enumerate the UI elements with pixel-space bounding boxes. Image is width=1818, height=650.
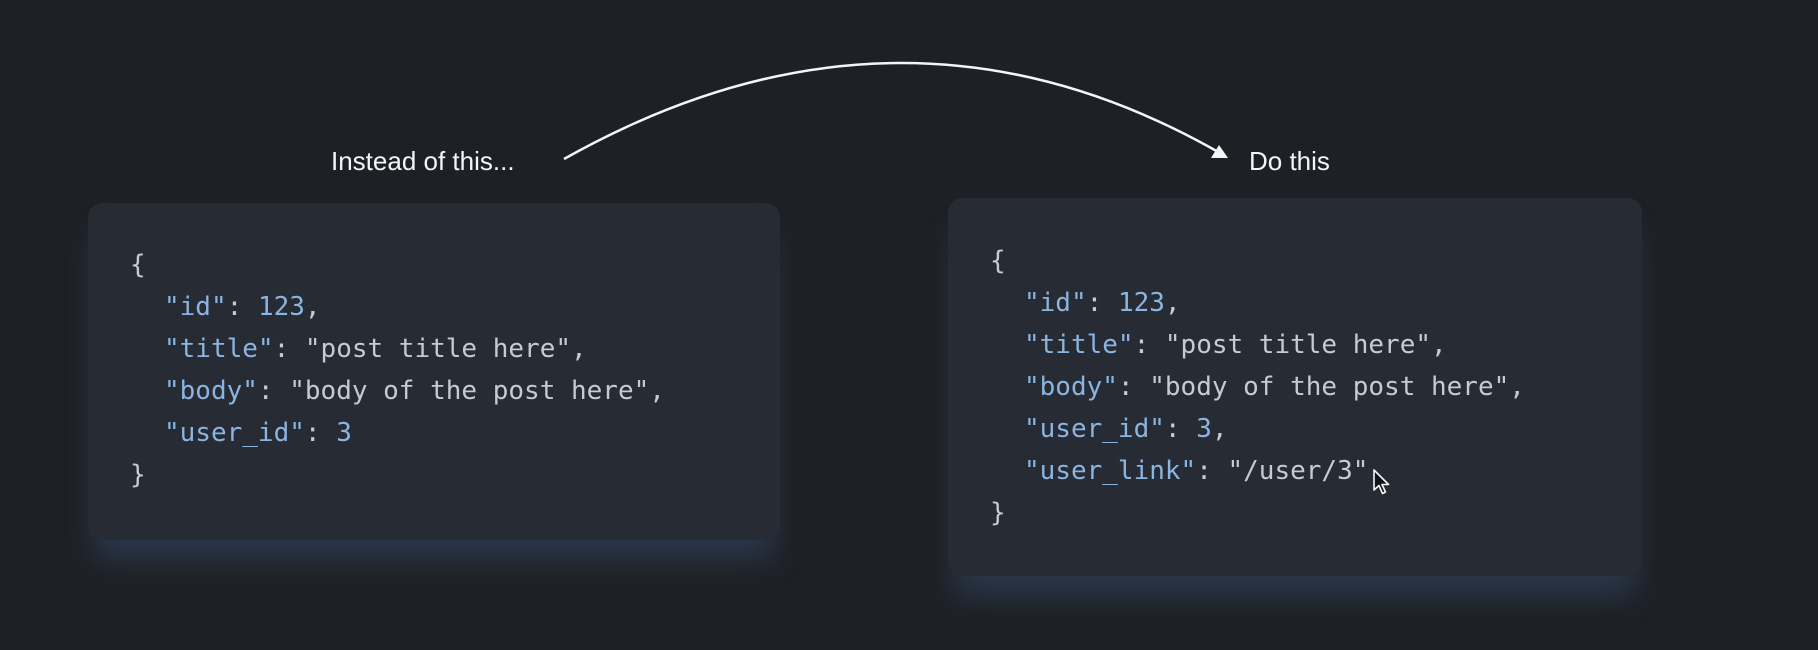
json-line-user-id: "user_id": 3,: [1024, 414, 1228, 444]
json-line-title: "title": "post title here",: [164, 334, 587, 364]
json-key: "user_id": [1024, 414, 1165, 444]
json-open-brace: {: [990, 246, 1006, 276]
json-key: "user_link": [1024, 456, 1197, 486]
json-key: "id": [164, 292, 227, 322]
arrow-head: [1211, 145, 1228, 158]
caption-do-this: Do this: [1249, 146, 1330, 176]
json-line-user-link: "user_link": "/user/3": [1024, 456, 1369, 486]
json-close-brace: }: [130, 460, 146, 490]
json-close-brace: }: [990, 498, 1006, 528]
json-line-user-id: "user_id": 3: [164, 418, 352, 448]
json-key: "user_id": [164, 418, 305, 448]
json-value: "body of the post here": [289, 376, 650, 406]
mouse-pointer-icon: [1373, 469, 1390, 495]
caption-instead-of-this: Instead of this...: [331, 146, 515, 176]
json-line-id: "id": 123,: [1024, 288, 1181, 318]
json-line-title: "title": "post title here",: [1024, 330, 1447, 360]
json-value: "body of the post here": [1149, 372, 1510, 402]
json-card-after: { "id": 123, "title": "post title here", "b…: [948, 198, 1642, 576]
json-value: "/user/3": [1227, 456, 1369, 486]
json-code-after: { "id": 123, "title": "post title here", "b…: [990, 240, 1525, 534]
json-card-before: { "id": 123, "title": "post title here", "b…: [88, 203, 780, 540]
json-key: "body": [164, 376, 258, 406]
json-key: "body": [1024, 372, 1118, 402]
json-line-body: "body": "body of the post here",: [164, 376, 665, 406]
json-value: 123: [257, 292, 305, 322]
json-key: "title": [1024, 330, 1134, 360]
json-value: 3: [1196, 414, 1212, 444]
json-open-brace: {: [130, 250, 146, 280]
curved-arrow-path: [563, 61, 1221, 161]
json-key: "id": [1024, 288, 1087, 318]
json-key: "title": [164, 334, 274, 364]
json-code-before: { "id": 123, "title": "post title here", "b…: [130, 244, 665, 496]
json-line-id: "id": 123,: [164, 292, 321, 322]
json-value: "post title here": [1164, 330, 1431, 360]
json-value: 123: [1117, 288, 1165, 318]
json-value: 3: [336, 418, 352, 448]
json-line-body: "body": "body of the post here",: [1024, 372, 1525, 402]
json-value: "post title here": [304, 334, 571, 364]
